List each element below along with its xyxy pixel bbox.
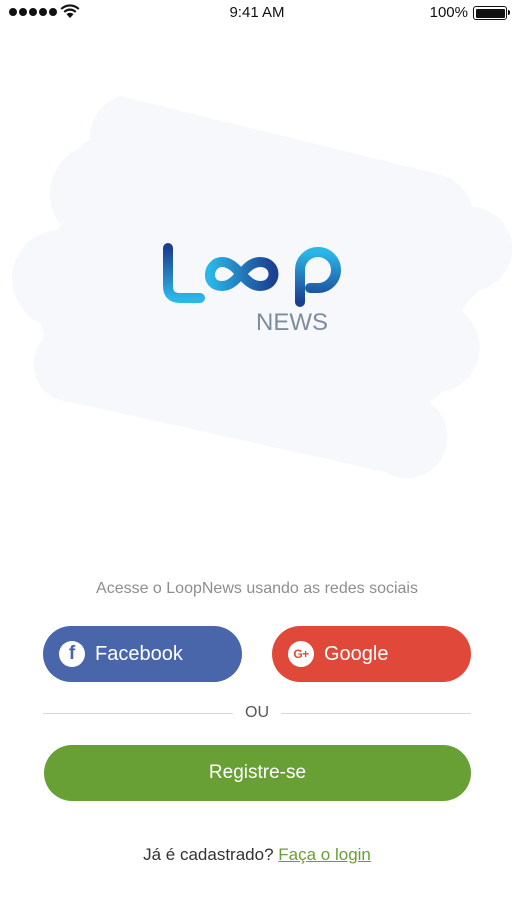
loop-news-logo: NEWS [163, 243, 341, 336]
google-plus-icon: G+ [288, 641, 314, 667]
social-login-subtitle: Acesse o LoopNews usando as redes sociai… [96, 580, 418, 597]
register-button[interactable]: Registre-se [44, 745, 471, 801]
logo-news-text: NEWS [256, 309, 328, 336]
facebook-button-label: Facebook [95, 642, 183, 665]
facebook-login-button[interactable]: f Facebook [43, 626, 242, 682]
register-button-label: Registre-se [208, 762, 307, 783]
divider-line-right [281, 713, 471, 714]
battery-percentage: 100% [429, 4, 468, 21]
facebook-icon: f [59, 641, 85, 667]
google-button-label: Google [324, 642, 389, 665]
status-bar: 9:41 AM 100% [0, 0, 514, 24]
login-prompt: Já é cadastrado? Faça o login [0, 845, 514, 865]
login-link[interactable]: Faça o login [278, 845, 371, 864]
login-prompt-text: Já é cadastrado? [143, 845, 274, 864]
battery-icon [473, 6, 510, 20]
hero-area: NEWS [0, 80, 514, 500]
or-divider: OU [43, 703, 471, 723]
google-login-button[interactable]: G+ Google [272, 626, 471, 682]
